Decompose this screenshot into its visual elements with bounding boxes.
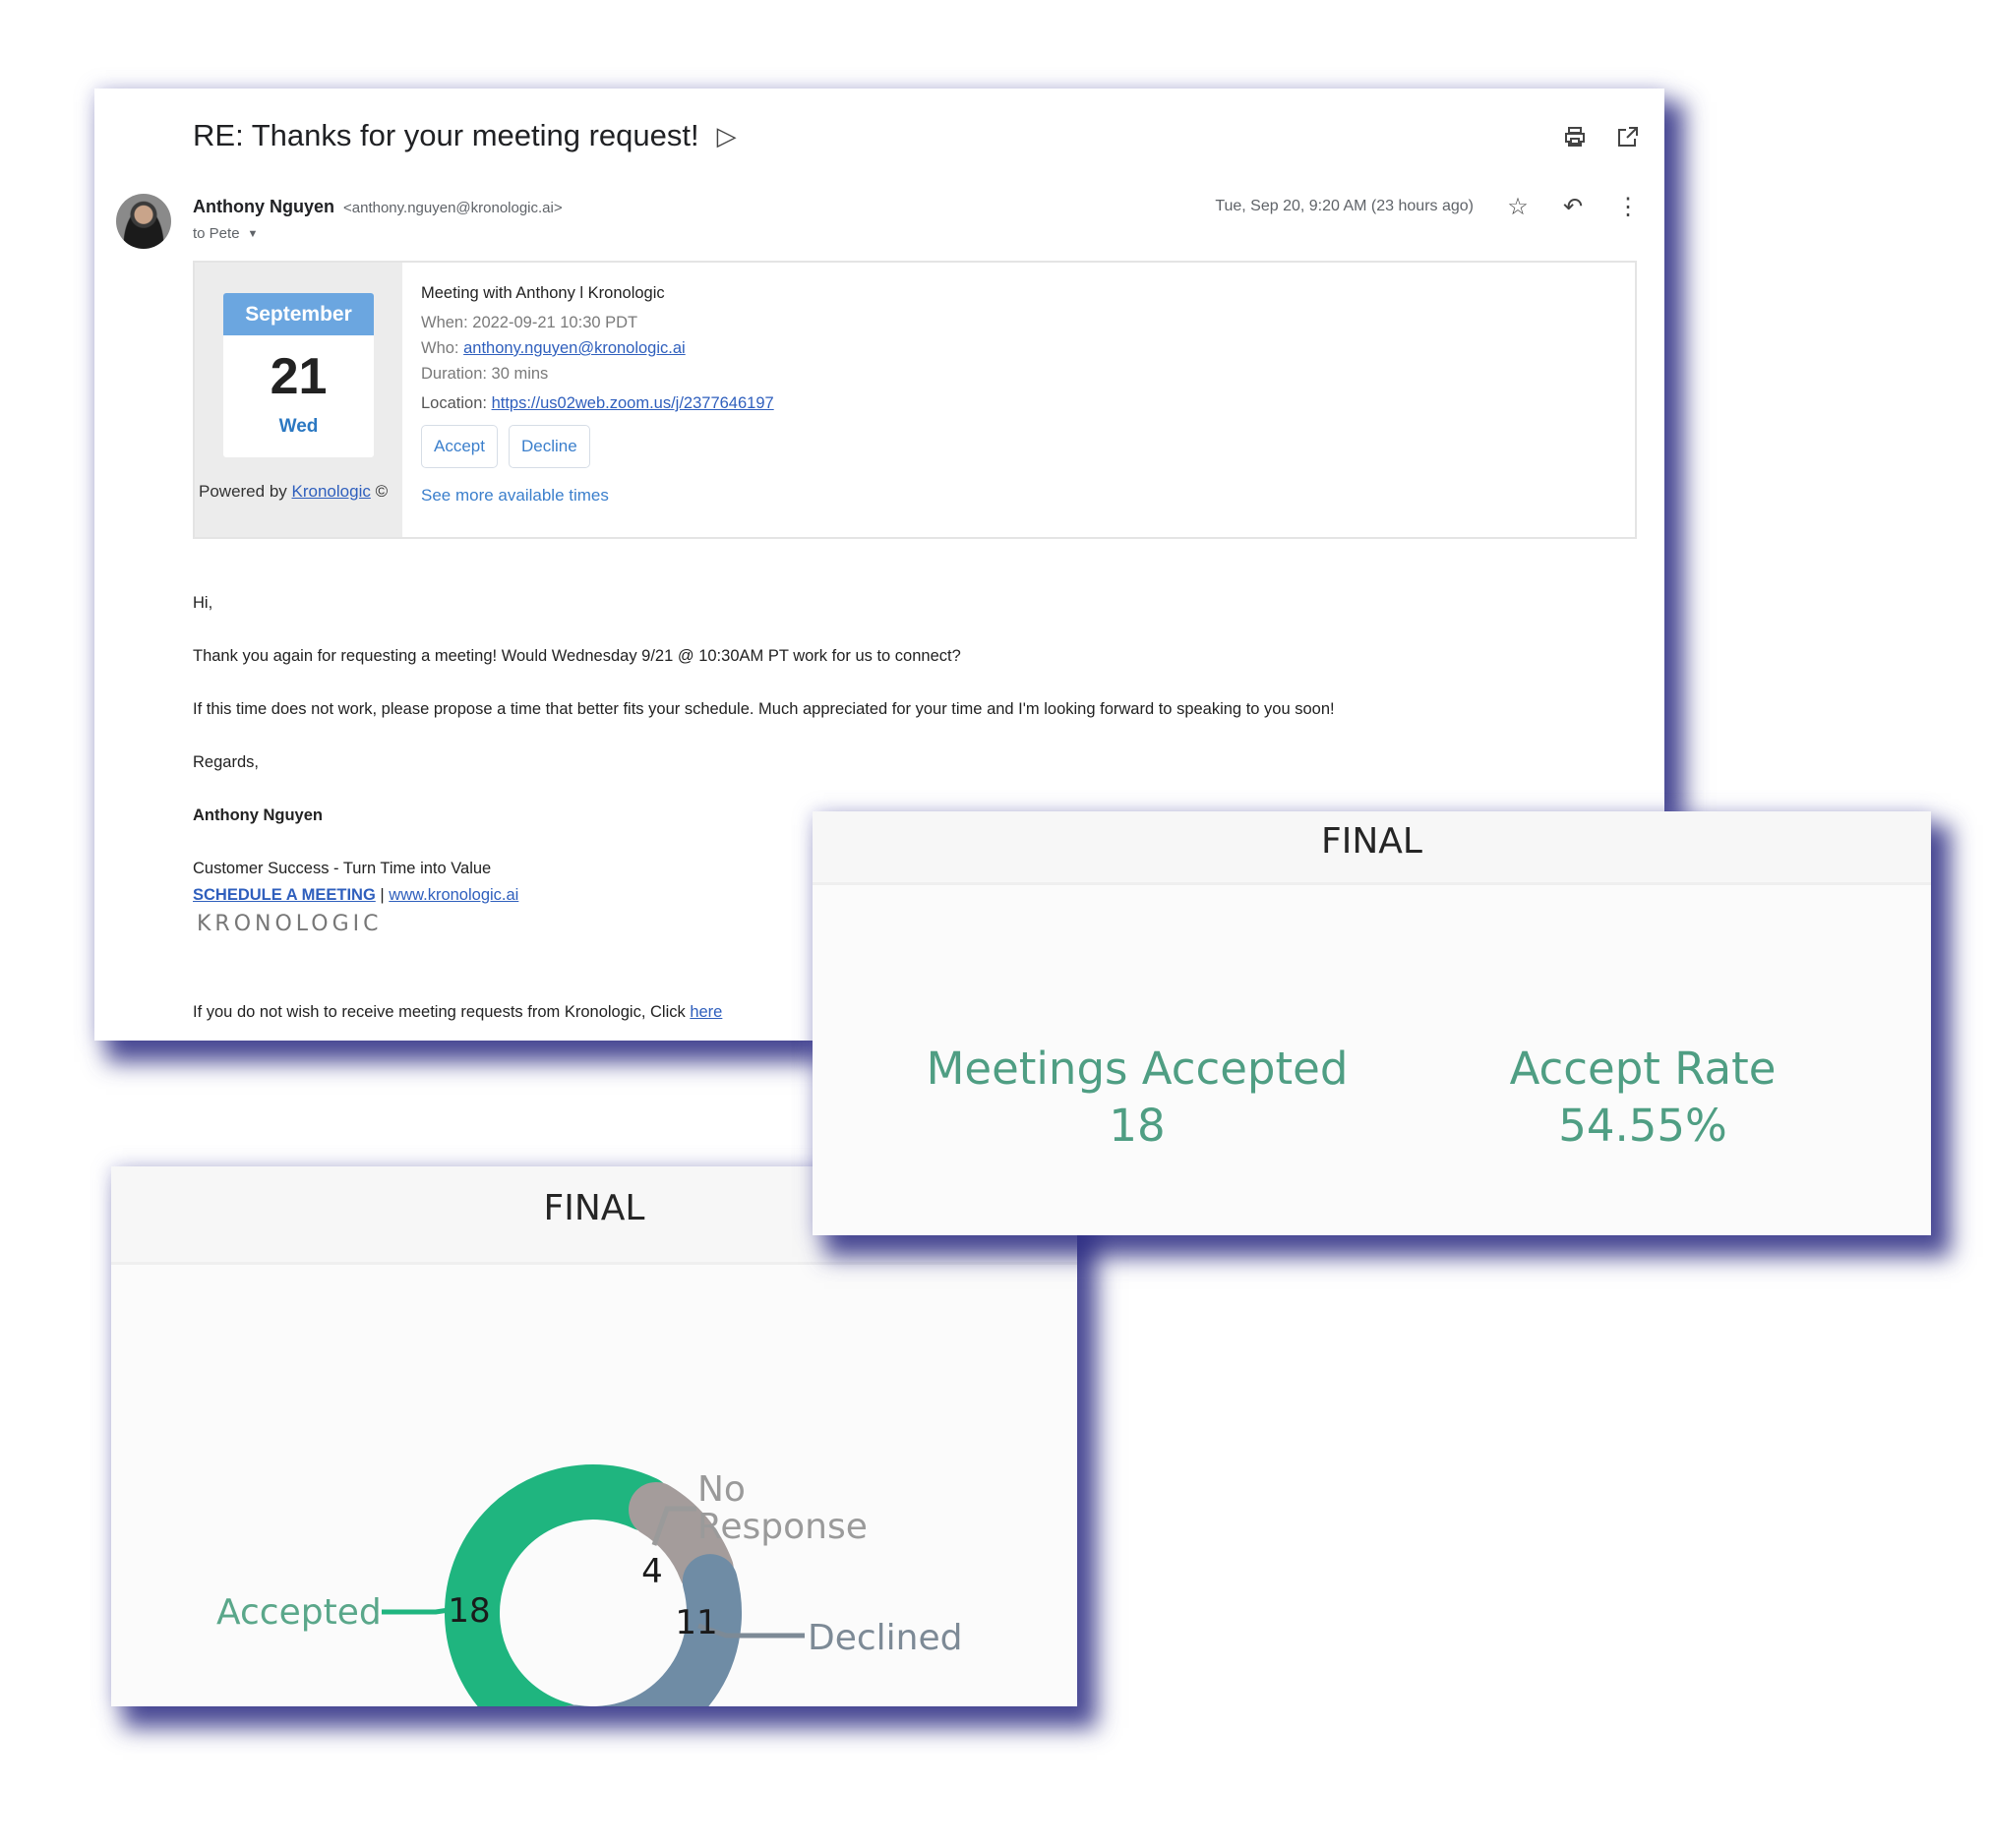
email-meta: Tue, Sep 20, 9:20 AM (23 hours ago) ☆ ↶ … xyxy=(1215,194,1641,220)
signature-separator: | xyxy=(380,886,385,904)
invite-location: Location: https://us02web.zoom.us/j/2377… xyxy=(421,394,1635,413)
accept-button[interactable]: Accept xyxy=(421,425,498,468)
calendar-weekday: Wed xyxy=(278,416,319,437)
donut-slice-declined[interactable] xyxy=(566,1554,742,1706)
schedule-meeting-link[interactable]: SCHEDULE A MEETING xyxy=(193,886,376,904)
recipient-text: to Pete xyxy=(193,225,240,242)
metrics-panel: FINAL Meetings Accepted 18 Accept Rate 5… xyxy=(813,811,1931,1235)
email-body-line-1: Thank you again for requesting a meeting… xyxy=(193,647,961,665)
email-greeting: Hi, xyxy=(193,594,213,612)
calendar-date-badge: September 21 Wed xyxy=(223,293,374,457)
value-label-declined: 11 xyxy=(675,1603,717,1642)
email-body-line-2: If this time does not work, please propo… xyxy=(193,700,1335,718)
decline-button[interactable]: Decline xyxy=(508,425,590,468)
metric-label: Accept Rate xyxy=(1509,1043,1777,1095)
signature-title: Customer Success - Turn Time into Value xyxy=(193,860,492,877)
powered-by-prefix: Powered by xyxy=(199,482,287,501)
value-label-no-response: 4 xyxy=(641,1552,663,1591)
metric-value: 18 xyxy=(1109,1100,1166,1152)
invite-who-email-link[interactable]: anthony.nguyen@kronologic.ai xyxy=(463,339,686,357)
email-date: Tue, Sep 20, 9:20 AM (23 hours ago) xyxy=(1215,198,1474,214)
more-vert-icon[interactable]: ⋮ xyxy=(1615,194,1641,220)
category-label-no-response: No Response xyxy=(697,1469,868,1547)
recipient-line[interactable]: to Pete ▼ xyxy=(193,225,258,242)
invite-who-label: Who: xyxy=(421,339,459,357)
email-subject: RE: Thanks for your meeting request! ▷ xyxy=(193,118,737,153)
calendar-month: September xyxy=(223,293,374,335)
copyright-symbol: © xyxy=(375,482,389,501)
invite-duration: Duration: 30 mins xyxy=(421,365,549,383)
signature-links: SCHEDULE A MEETING | www.kronologic.ai xyxy=(193,886,518,905)
open-in-new-window-icon[interactable] xyxy=(1615,124,1641,149)
metric-label: Meetings Accepted xyxy=(926,1043,1349,1095)
see-more-times-link[interactable]: See more available times xyxy=(421,486,1635,506)
unsubscribe-link[interactable]: here xyxy=(690,1003,722,1021)
email-toolbar xyxy=(1562,124,1641,149)
label-arrow-icon[interactable]: ▷ xyxy=(717,121,737,151)
metric-value: 54.55% xyxy=(1558,1100,1727,1152)
invite-who: Who: anthony.nguyen@kronologic.ai xyxy=(421,339,1635,358)
metric-meetings-accepted: Meetings Accepted 18 xyxy=(921,1041,1354,1155)
donut-slice-accepted[interactable] xyxy=(445,1464,673,1706)
leader-line-accepted xyxy=(382,1606,456,1615)
metric-accept-rate: Accept Rate 54.55% xyxy=(1436,1041,1849,1155)
invite-title: Meeting with Anthony l Kronologic xyxy=(421,284,665,302)
signature-name: Anthony Nguyen xyxy=(193,806,323,824)
print-icon[interactable] xyxy=(1562,124,1588,149)
sender-avatar[interactable] xyxy=(116,194,171,249)
star-icon[interactable]: ☆ xyxy=(1505,194,1531,220)
email-subject-text: RE: Thanks for your meeting request! xyxy=(193,118,699,152)
invite-when: When: 2022-09-21 10:30 PDT xyxy=(421,314,638,331)
value-label-accepted: 18 xyxy=(448,1591,490,1631)
website-link[interactable]: www.kronologic.ai xyxy=(389,886,518,904)
chevron-down-icon[interactable]: ▼ xyxy=(248,228,259,240)
invite-details: Meeting with Anthony l Kronologic When: … xyxy=(402,263,1635,537)
email-closing: Regards, xyxy=(193,753,259,771)
sender-name[interactable]: Anthony Nguyen xyxy=(193,197,334,216)
invite-actions: Accept Decline xyxy=(421,425,1635,468)
kronologic-logo: KRONOLOGIC xyxy=(197,912,383,936)
metrics-panel-title: FINAL xyxy=(813,811,1931,885)
category-label-accepted: Accepted xyxy=(216,1592,382,1633)
powered-by: Powered by Kronologic © xyxy=(199,482,388,502)
unsubscribe-line: If you do not wish to receive meeting re… xyxy=(193,1003,722,1022)
kronologic-link[interactable]: Kronologic xyxy=(292,482,371,501)
donut-chart-panel: FINAL Accepted 18 No Response 4 Declined 11 xyxy=(111,1166,1077,1706)
reply-icon[interactable]: ↶ xyxy=(1560,194,1586,220)
donut-chart: Accepted 18 No Response 4 Declined 11 xyxy=(216,1464,962,1706)
calendar-day: 21 xyxy=(270,348,328,405)
unsubscribe-text: If you do not wish to receive meeting re… xyxy=(193,1003,686,1021)
zoom-link[interactable]: https://us02web.zoom.us/j/2377646197 xyxy=(492,394,774,412)
category-label-declined: Declined xyxy=(808,1618,962,1658)
sender-info: Anthony Nguyen <anthony.nguyen@kronologi… xyxy=(193,197,563,217)
meeting-invite-card: September 21 Wed Powered by Kronologic ©… xyxy=(193,261,1637,539)
sender-email: <anthony.nguyen@kronologic.ai> xyxy=(343,200,563,216)
invite-calendar-column: September 21 Wed Powered by Kronologic © xyxy=(195,263,402,537)
invite-location-label: Location: xyxy=(421,394,487,412)
